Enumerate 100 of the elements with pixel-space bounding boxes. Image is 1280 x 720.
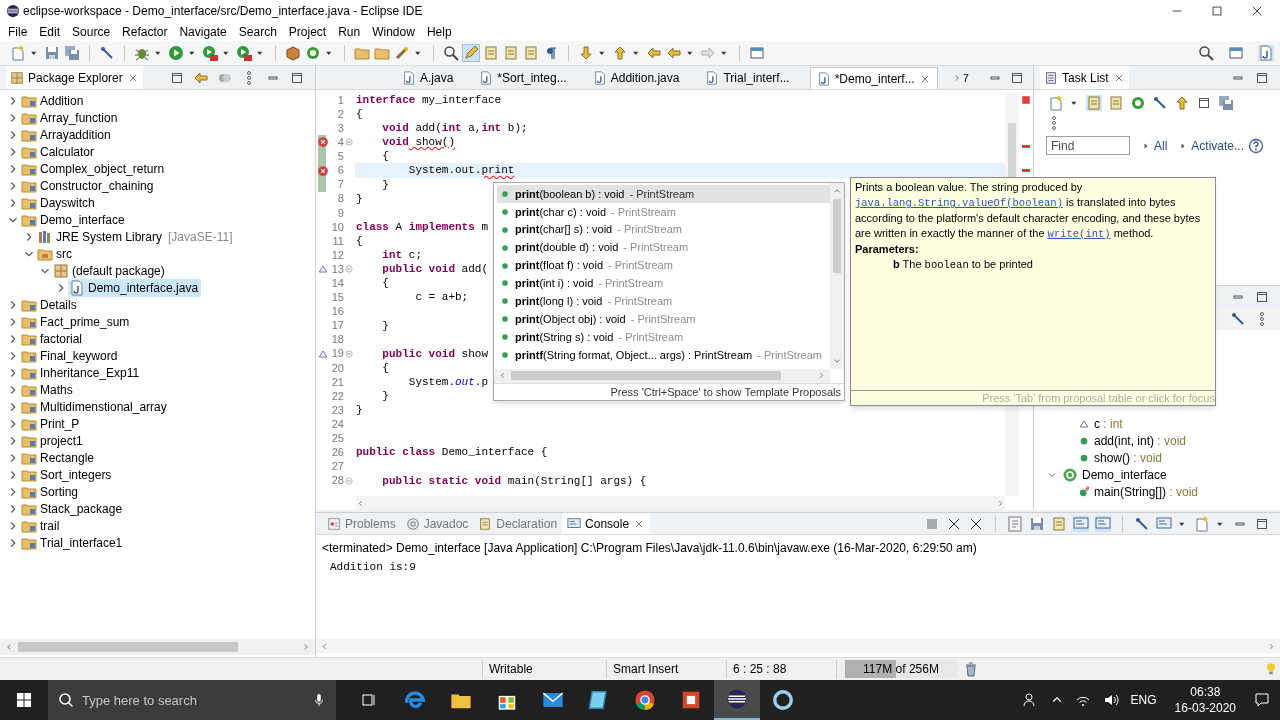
windows-start-icon[interactable] bbox=[16, 692, 32, 708]
tree-item-label[interactable]: Details bbox=[40, 295, 77, 314]
completion-item[interactable]: print(char c) : void - PrintStream bbox=[497, 202, 830, 221]
menu-item[interactable]: Window bbox=[366, 22, 421, 41]
error-overview-mark[interactable] bbox=[1021, 145, 1030, 148]
scroll-right-icon[interactable] bbox=[817, 371, 826, 380]
completion-item[interactable]: printf(String format, Object... args) : PrintStream - PrintStream bbox=[497, 346, 830, 364]
tree-item-label[interactable]: (default package) bbox=[72, 261, 165, 280]
ring-icon[interactable] bbox=[772, 689, 794, 711]
view-tab[interactable]: Console bbox=[562, 513, 651, 534]
view-tab[interactable]: Javadoc bbox=[400, 513, 474, 534]
menu-item[interactable]: File bbox=[2, 22, 34, 41]
window-icon[interactable] bbox=[1228, 45, 1244, 61]
box-icon[interactable] bbox=[285, 45, 301, 61]
notepad-icon[interactable] bbox=[588, 689, 610, 711]
horizontal-scrollbar[interactable] bbox=[494, 368, 830, 383]
scrollbar-thumb[interactable] bbox=[833, 199, 841, 273]
outline-item[interactable]: show() : void bbox=[1093, 448, 1162, 467]
scroll-left-icon[interactable] bbox=[498, 371, 507, 380]
error-overview-mark[interactable] bbox=[1021, 169, 1030, 172]
menu-item[interactable]: Help bbox=[420, 22, 458, 41]
clock-date[interactable]: 16-03-2020 bbox=[1174, 700, 1236, 716]
tree-item-label[interactable]: Final_keyword bbox=[40, 346, 118, 365]
completion-item[interactable]: print(Object obj) : void - PrintStream bbox=[497, 310, 830, 329]
tree-item-label[interactable]: project1 bbox=[40, 431, 83, 450]
find-field[interactable]: Find bbox=[1045, 136, 1130, 155]
editor-tab[interactable]: A.java bbox=[395, 67, 460, 89]
tree-item-label[interactable]: Trial_interface1 bbox=[40, 533, 123, 552]
maximize-icon[interactable] bbox=[1254, 289, 1270, 305]
completion-item[interactable]: print(String s) : void - PrintStream bbox=[497, 328, 830, 346]
arrow-down-icon[interactable] bbox=[578, 45, 594, 61]
tree-item-label[interactable]: Sorting bbox=[40, 482, 79, 501]
menu-item[interactable]: Project bbox=[282, 22, 333, 41]
tree-item-label[interactable]: Sort_integers bbox=[40, 465, 112, 484]
completion-item[interactable]: print(char[] s) : void - PrintStream bbox=[497, 220, 830, 239]
tree-item-label[interactable]: trail bbox=[40, 516, 60, 535]
play-badge-icon[interactable] bbox=[202, 45, 218, 61]
taskbar-search-field[interactable]: Type here to search bbox=[48, 680, 336, 720]
editor-tab[interactable]: Trial_interf... bbox=[699, 67, 796, 89]
window-icon[interactable] bbox=[749, 45, 765, 61]
tree-item-label[interactable]: Multidimenstional_array bbox=[40, 397, 167, 416]
scrollbar-thumb[interactable] bbox=[511, 371, 781, 380]
tab-overflow-count[interactable]: 7 bbox=[962, 69, 969, 87]
maximize-icon[interactable] bbox=[1210, 4, 1224, 18]
menu-item[interactable]: Navigate bbox=[173, 22, 233, 41]
horizontal-scrollbar[interactable] bbox=[355, 496, 1005, 510]
pin-icon[interactable] bbox=[1134, 515, 1150, 532]
tree-item-label[interactable]: Dayswitch bbox=[40, 193, 95, 212]
menu-item[interactable]: Edit bbox=[33, 22, 67, 41]
outline-item[interactable]: c : int bbox=[1093, 414, 1123, 433]
pin-icon[interactable] bbox=[99, 45, 115, 61]
eclipse-icon[interactable] bbox=[726, 688, 748, 710]
search-icon[interactable] bbox=[1198, 45, 1214, 61]
clock-time[interactable]: 06:38 bbox=[1190, 684, 1221, 700]
filter-link[interactable]: All bbox=[1153, 136, 1168, 155]
filter-link[interactable]: Activate... bbox=[1191, 136, 1244, 155]
completion-item[interactable]: print(long l) : void - PrintStream bbox=[497, 292, 830, 311]
view-tab[interactable]: Declaration bbox=[473, 513, 563, 534]
completion-item[interactable]: print(double d) : void - PrintStream bbox=[497, 238, 830, 257]
edge-icon[interactable] bbox=[404, 689, 426, 711]
notification-icon[interactable] bbox=[1254, 692, 1270, 708]
editor-tab[interactable]: *Sort_integ... bbox=[473, 67, 573, 89]
javadoc-link[interactable]: java.lang.String.valueOf(boolean) bbox=[855, 197, 1063, 209]
circles-icon[interactable] bbox=[1129, 95, 1146, 111]
horizontal-scrollbar[interactable] bbox=[0, 639, 315, 655]
menu-item[interactable]: Search bbox=[232, 22, 283, 41]
error-summary-icon[interactable] bbox=[1020, 95, 1031, 105]
tree-item-label[interactable]: factorial bbox=[40, 329, 83, 348]
editor-tab[interactable]: Addition.java bbox=[586, 67, 686, 89]
outline-item[interactable]: main(String[]) : void bbox=[1093, 482, 1198, 501]
play-badge-icon[interactable] bbox=[236, 45, 252, 61]
tree-item-label[interactable]: Print_P bbox=[40, 414, 80, 433]
magnifier-icon[interactable] bbox=[443, 45, 459, 61]
tree-item-label[interactable]: Rectangle bbox=[40, 448, 95, 467]
menu-item[interactable]: Refactor bbox=[116, 22, 174, 41]
tree-item-label[interactable]: Calculator bbox=[40, 142, 95, 161]
vertical-scrollbar[interactable] bbox=[830, 183, 844, 369]
presentation-icon[interactable] bbox=[680, 689, 702, 711]
close-icon[interactable] bbox=[1250, 4, 1264, 18]
speaker-icon[interactable] bbox=[1102, 692, 1119, 708]
tree-item-label[interactable]: Maths bbox=[40, 380, 73, 399]
tree-item-label[interactable]: Fact_prime_sum bbox=[40, 312, 130, 331]
microphone-icon[interactable] bbox=[312, 693, 326, 707]
task-view-icon[interactable] bbox=[361, 692, 377, 708]
tree-item-label[interactable]: JRE System Library bbox=[56, 227, 163, 246]
outline-item[interactable]: Demo_interface bbox=[1081, 465, 1167, 484]
help-icon[interactable] bbox=[1248, 137, 1264, 154]
editor-tab[interactable]: *Demo_interf... bbox=[809, 67, 938, 89]
scrollbar-thumb[interactable] bbox=[18, 642, 238, 652]
scroll-left-icon[interactable] bbox=[355, 498, 365, 508]
tree-item-label[interactable]: Stack_package bbox=[40, 499, 123, 518]
outline-item[interactable]: add(int, int) : void bbox=[1093, 431, 1187, 450]
tree-item-label[interactable]: Inheritance_Exp11 bbox=[40, 363, 140, 382]
clipboard-icon[interactable] bbox=[1007, 515, 1023, 532]
wand-icon[interactable] bbox=[394, 45, 410, 61]
chrome-icon[interactable] bbox=[634, 689, 656, 711]
tree-item-label[interactable]: Demo_interface bbox=[40, 210, 125, 229]
input-language[interactable]: ENG bbox=[1130, 691, 1157, 709]
disks-icon[interactable] bbox=[64, 45, 80, 61]
menu-item[interactable]: Source bbox=[66, 22, 117, 41]
